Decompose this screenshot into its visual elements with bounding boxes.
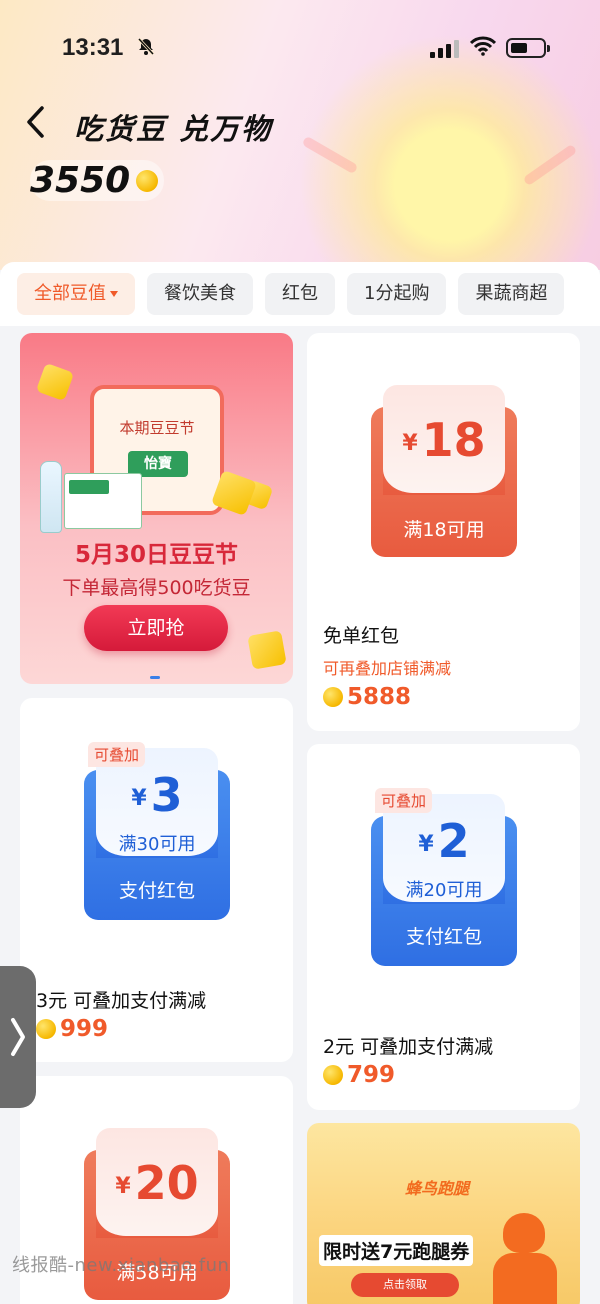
decor-cube (247, 630, 287, 670)
rider-mascot-image (487, 1205, 567, 1304)
bean-coin-icon (36, 1019, 56, 1039)
bean-price: 799 (323, 1062, 395, 1088)
chevron-right-icon (11, 1018, 25, 1056)
bean-coin-icon (323, 1065, 343, 1085)
calendar-title: 本期豆豆节 (119, 419, 195, 437)
bean-balance: 3550 (30, 160, 165, 201)
water-product-image (40, 451, 142, 533)
chevron-left-icon (27, 106, 44, 138)
price-value: 799 (347, 1062, 396, 1088)
decor-cube (35, 362, 75, 402)
bean-coin-icon (323, 687, 343, 707)
voucher-amount: ¥20 (115, 1156, 199, 1210)
tab-food[interactable]: 餐饮美食 (147, 273, 253, 315)
item-note: 可再叠加店铺满减 (323, 659, 452, 678)
bean-price: 999 (36, 1016, 108, 1042)
status-bar: 13:31 (0, 30, 600, 66)
voucher-type: 支付红包 (118, 880, 195, 902)
banner-headline: 5月30日豆豆节 (74, 542, 238, 568)
item-name: 2元 可叠加支付满减 (323, 1036, 494, 1058)
voucher-amount: ¥2 (418, 814, 470, 868)
voucher-image: ¥18 满18可用 (371, 385, 517, 557)
festival-banner[interactable]: 本期豆豆节 怡寶 5月30日豆豆节 下单最高得500吃货豆 立即抢 (20, 333, 293, 684)
balance-value: 3550 (30, 160, 131, 201)
status-time: 13:31 (62, 34, 124, 61)
voucher-threshold: 满20可用 (405, 880, 483, 901)
tab-label: 餐饮美食 (164, 283, 236, 304)
banner-subline: 下单最高得500吃货豆 (62, 577, 251, 599)
caret-down-icon (110, 291, 118, 297)
tab-label: 果蔬商超 (475, 283, 548, 304)
bean-coin-icon (136, 169, 159, 192)
page-title: 吃货豆 兑万物 (74, 112, 273, 146)
tab-label: 全部豆值 (34, 283, 106, 304)
battery-icon (506, 38, 550, 58)
voucher-condition: 满18可用 (403, 519, 485, 541)
claim-button[interactable]: 点击领取 (351, 1273, 459, 1297)
bell-slash-icon (136, 36, 156, 61)
price-value: 5888 (347, 684, 412, 710)
product-card[interactable]: 可叠加 ¥2 满20可用 支付红包 2元 可叠加支付满减 799 (307, 744, 580, 1110)
tab-red-packet[interactable]: 红包 (265, 273, 335, 315)
wifi-icon (469, 36, 497, 56)
promo-headline: 限时送7元跑腿券 (319, 1235, 474, 1266)
grab-now-button[interactable]: 立即抢 (84, 605, 228, 651)
side-drawer-handle[interactable] (0, 966, 36, 1108)
signal-icon (430, 40, 459, 58)
product-card[interactable]: 可叠加 ¥3 满30可用 支付红包 3元 可叠加支付满减 999 (20, 698, 293, 1062)
tab-grocery[interactable]: 果蔬商超 (458, 273, 565, 315)
voucher-image: 可叠加 ¥2 满20可用 支付红包 (371, 788, 517, 966)
voucher-threshold: 满30可用 (118, 834, 196, 855)
tab-label: 红包 (282, 283, 318, 304)
tab-one-cent[interactable]: 1分起购 (347, 273, 447, 315)
brand-logo: 蜂鸟跑腿 (405, 1179, 470, 1198)
voucher-amount: ¥18 (402, 413, 486, 467)
back-button[interactable] (24, 105, 54, 145)
errand-promo-banner[interactable]: 蜂鸟跑腿 限时送7元跑腿券 点击领取 (307, 1123, 580, 1304)
item-name: 3元 可叠加支付满减 (36, 990, 207, 1012)
voucher-image: 可叠加 ¥3 满30可用 支付红包 (84, 742, 230, 920)
tab-label: 1分起购 (364, 283, 430, 304)
stackable-tag: 可叠加 (88, 742, 146, 767)
stackable-tag: 可叠加 (375, 788, 433, 813)
carousel-indicator (150, 676, 160, 679)
voucher-amount: ¥3 (131, 768, 183, 822)
tab-all-values[interactable]: 全部豆值 (17, 273, 135, 315)
voucher-type: 支付红包 (405, 926, 482, 948)
item-name: 免单红包 (323, 625, 400, 647)
decor-ray (301, 135, 359, 175)
bean-price: 5888 (323, 684, 411, 710)
decor-ray (522, 143, 578, 187)
category-tabs: 全部豆值 餐饮美食 红包 1分起购 果蔬商超 (0, 262, 600, 326)
watermark: 线报酷-new.xianbao.fun (12, 1255, 230, 1276)
price-value: 999 (60, 1016, 109, 1042)
product-card[interactable]: ¥18 满18可用 免单红包 可再叠加店铺满减 5888 (307, 333, 580, 731)
